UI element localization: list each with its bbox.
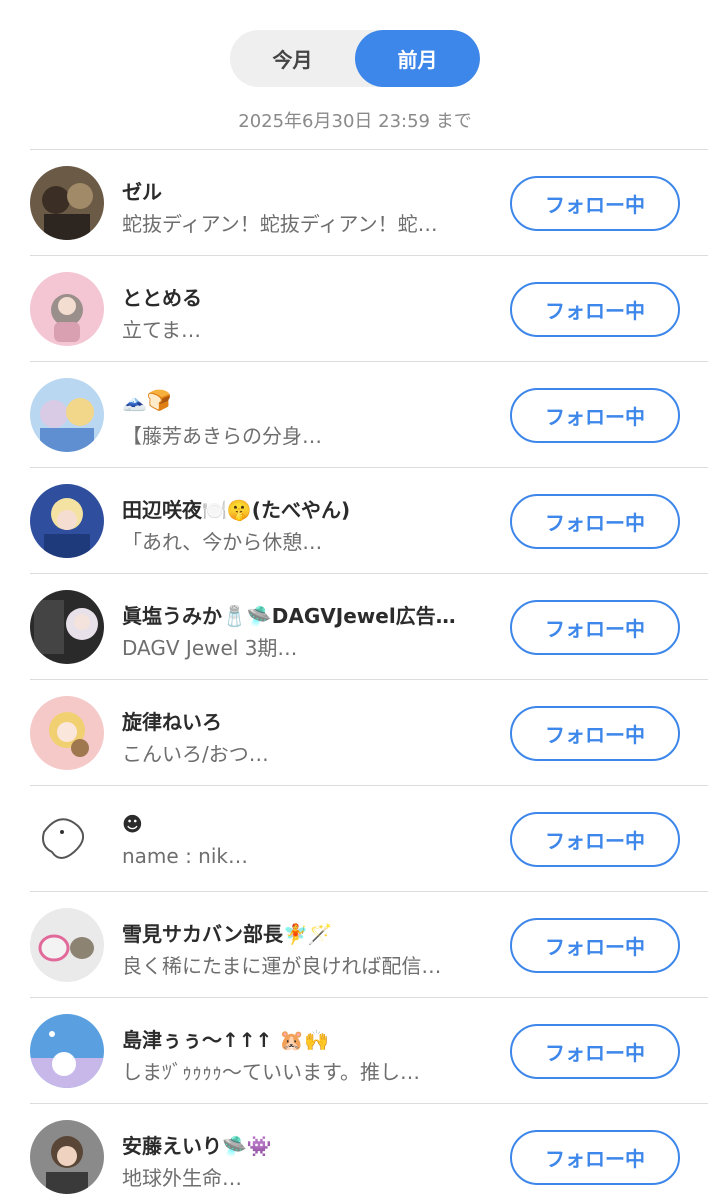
following-button[interactable]: フォロー中 — [510, 494, 680, 549]
avatar-illustration-icon[interactable] — [30, 484, 104, 558]
list-item[interactable]: ゼル蛇抜ディアン！蛇抜ディアン！蛇… フォロー中 — [30, 149, 708, 255]
user-bio: しまﾂﾞｩｩｩｩ〜ていいます。推し… — [122, 1060, 420, 1084]
ranking-page: 今月 前月 2025年6月30日 23:59 まで ゼル蛇抜ディアン！蛇抜ディア… — [0, 0, 710, 1200]
user-name[interactable]: 雪見サカバン部長🧚🪄 — [122, 918, 492, 947]
avatar-illustration-icon[interactable] — [30, 908, 104, 982]
user-name[interactable]: 安藤えいり🛸👾 — [122, 1130, 492, 1159]
deadline-text: 2025年6月30日 23:59 まで — [238, 111, 472, 132]
user-name[interactable]: 旋律ねいろ — [122, 706, 492, 735]
avatar-illustration-icon[interactable] — [30, 378, 104, 452]
avatar-illustration-icon[interactable] — [30, 696, 104, 770]
list-item[interactable]: 旋律ねいろこんいろ/おつ… フォロー中 — [30, 679, 708, 785]
user-bio: name : nik… — [122, 844, 248, 868]
list-item[interactable]: 眞塩うみか🧂🛸DAGVJewel広告… DAGV Jewel 3期… フォロー中 — [30, 573, 708, 679]
month-toggle: 今月 前月 — [230, 30, 480, 87]
user-bio: DAGV Jewel 3期… — [122, 636, 298, 660]
list-item[interactable]: ととめる立てま… フォロー中 — [30, 255, 708, 361]
user-bio: 「あれ、今から休憩… — [122, 530, 323, 554]
user-name[interactable]: 眞塩うみか🧂🛸DAGVJewel広告… — [122, 600, 492, 629]
list-item[interactable]: 田辺咲夜🍽️🤫(たべやん) 「あれ、今から休憩… フォロー中 — [30, 467, 708, 573]
following-button[interactable]: フォロー中 — [510, 706, 680, 761]
user-name[interactable]: ととめる — [122, 282, 492, 311]
avatar-illustration-icon[interactable] — [30, 590, 104, 664]
avatar-illustration-icon[interactable] — [30, 1014, 104, 1088]
following-button[interactable]: フォロー中 — [510, 918, 680, 973]
user-name[interactable]: ゼル — [122, 176, 492, 205]
user-name[interactable]: 🗻🍞 — [122, 388, 492, 412]
following-button[interactable]: フォロー中 — [510, 812, 680, 867]
list-item[interactable]: 🗻🍞 【藤芳あきらの分身… フォロー中 — [30, 361, 708, 467]
following-button[interactable]: フォロー中 — [510, 1130, 680, 1185]
tab-current-month[interactable]: 今月 — [230, 30, 355, 87]
avatar-sketch-icon[interactable] — [30, 802, 104, 876]
user-name[interactable]: 田辺咲夜🍽️🤫(たべやん) — [122, 494, 492, 523]
following-button[interactable]: フォロー中 — [510, 176, 680, 231]
user-name[interactable]: 島津ぅぅ〜↑↑↑ 🐹🙌 — [122, 1024, 492, 1053]
following-button[interactable]: フォロー中 — [510, 388, 680, 443]
tab-previous-month[interactable]: 前月 — [355, 30, 480, 87]
user-name[interactable]: ☻ — [122, 812, 492, 836]
avatar-illustration-icon[interactable] — [30, 166, 104, 240]
list-item[interactable]: 島津ぅぅ〜↑↑↑ 🐹🙌 しまﾂﾞｩｩｩｩ〜ていいます。推し… フォロー中 — [30, 997, 708, 1103]
user-bio: 立てま… — [122, 318, 201, 342]
user-list: ゼル 蛇抜ディアン！蛇抜ディアン！蛇… フォロー中 ととめる 立てま… フォロー中 🗻🍞 【藤… — [30, 149, 708, 1200]
user-bio: 蛇抜ディアン！蛇抜ディアン！蛇… — [122, 212, 438, 236]
following-button[interactable]: フォロー中 — [510, 1024, 680, 1079]
user-bio: 良く稀にたまに運が良ければ配信… — [122, 954, 442, 978]
avatar-illustration-icon[interactable] — [30, 272, 104, 346]
list-item[interactable]: 雪見サカバン部長🧚🪄 良く稀にたまに運が良ければ配信… フォロー中 — [30, 891, 708, 997]
avatar-illustration-icon[interactable] — [30, 1120, 104, 1194]
list-item[interactable]: ☻ name : nik… フォロー中 — [30, 785, 708, 891]
following-button[interactable]: フォロー中 — [510, 282, 680, 337]
user-bio: こんいろ/おつ… — [122, 742, 269, 766]
following-button[interactable]: フォロー中 — [510, 600, 680, 655]
user-bio: 【藤芳あきらの分身… — [122, 424, 322, 448]
user-bio: 地球外生命… — [122, 1166, 242, 1190]
list-item[interactable]: 安藤えいり🛸👾 地球外生命… フォロー中 — [30, 1103, 708, 1200]
